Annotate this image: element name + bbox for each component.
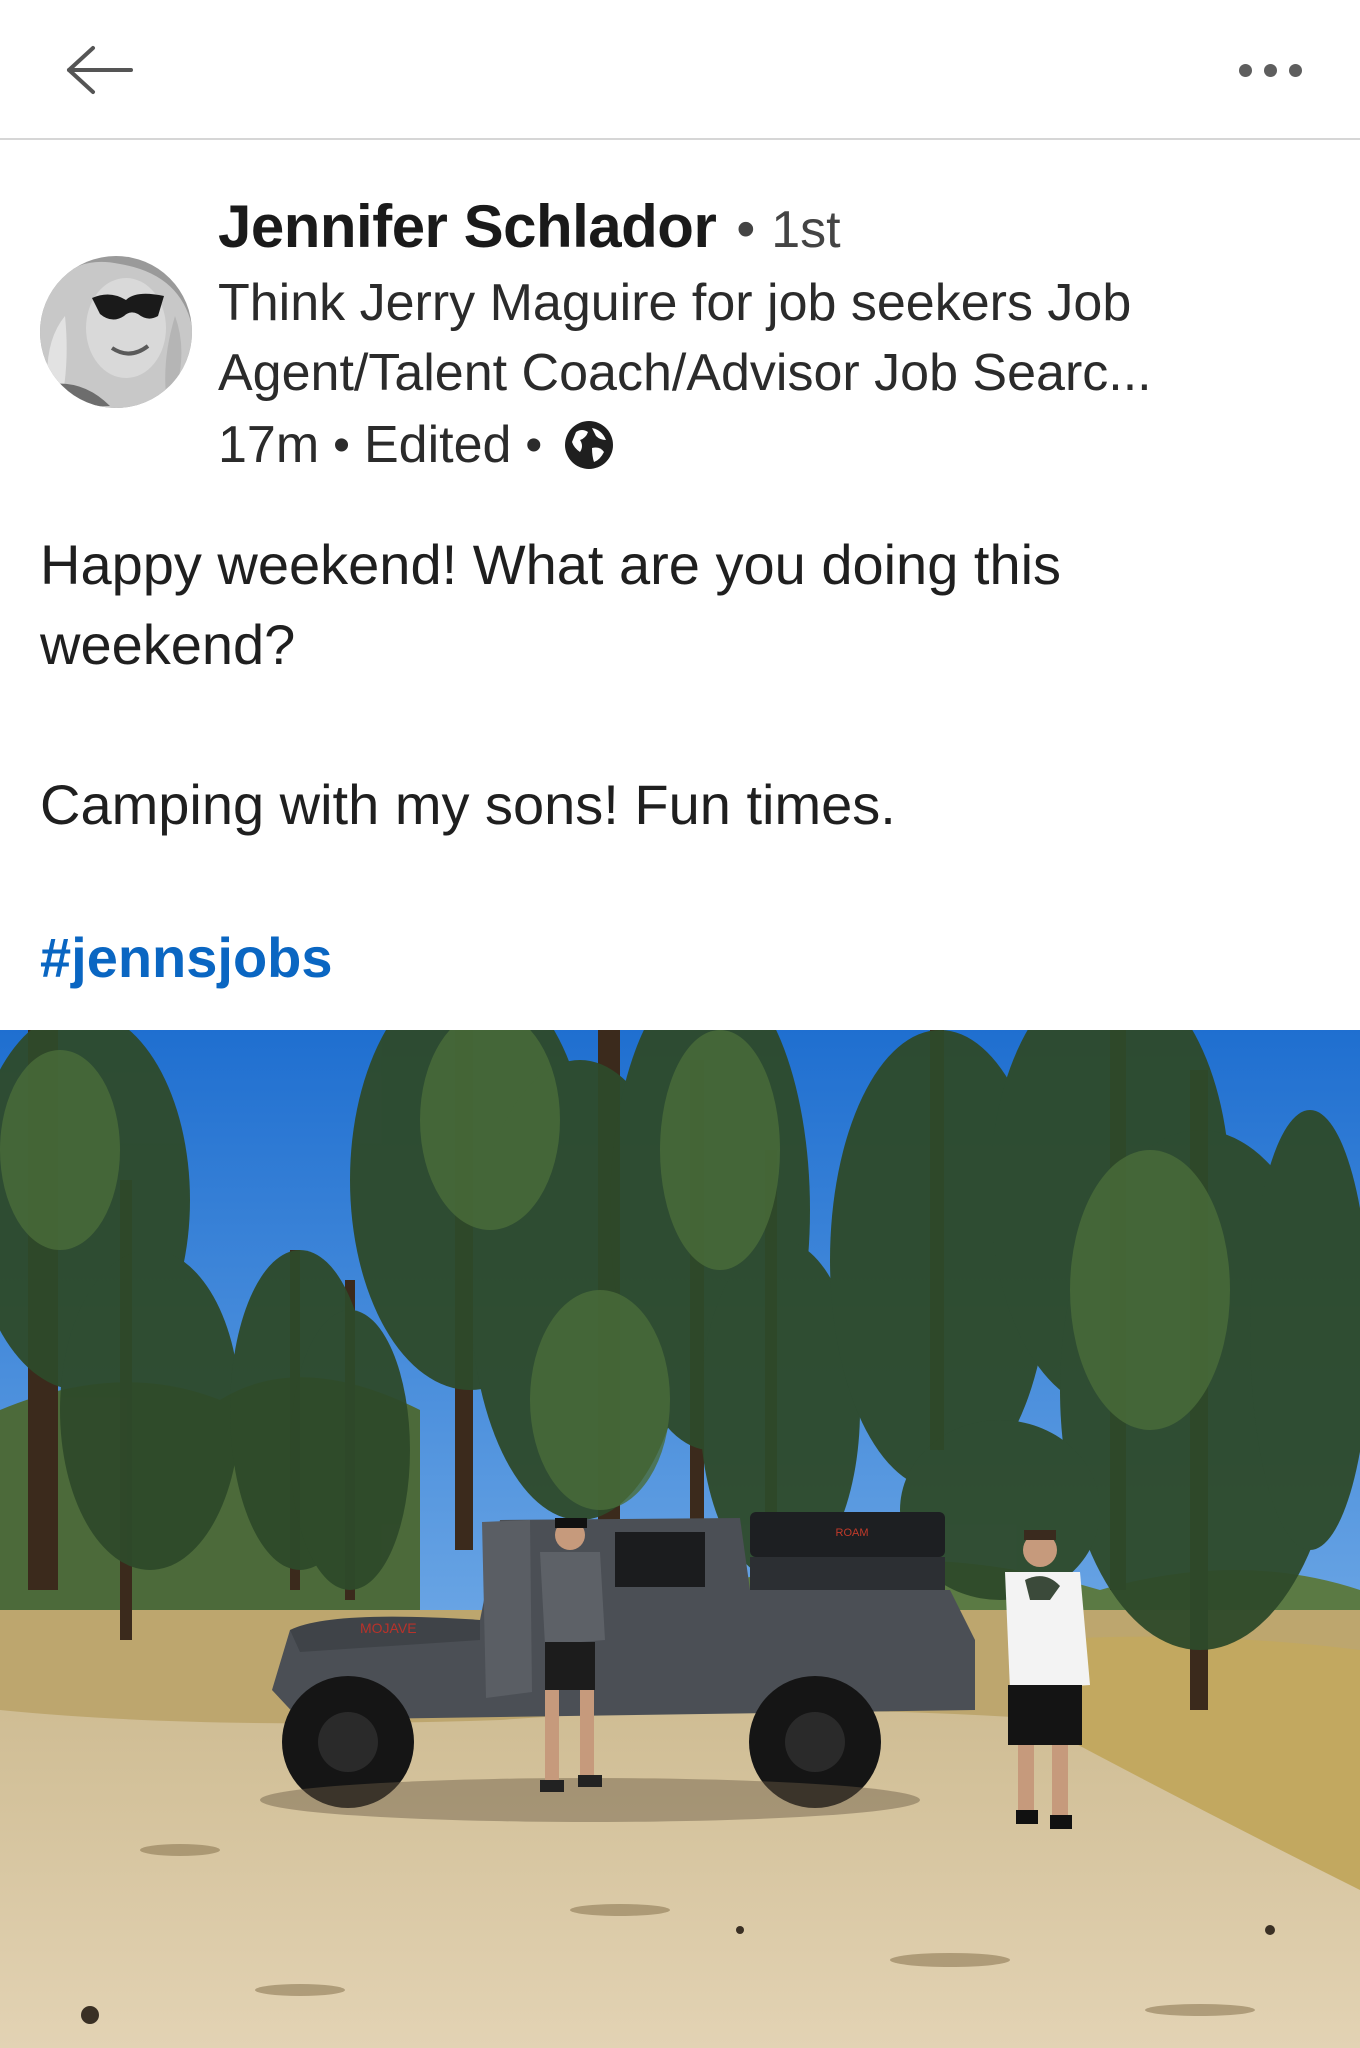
arrow-left-icon	[67, 46, 133, 94]
globe-icon	[562, 418, 616, 472]
camping-photo: ROAM MOJAVE	[0, 1030, 1360, 2048]
meta-separator: •	[525, 418, 543, 472]
post-time: 17m	[218, 416, 320, 474]
connection-degree: 1st	[771, 201, 841, 259]
name-separator: •	[736, 199, 756, 259]
more-horizontal-icon	[1238, 63, 1252, 77]
author-name-row: Jennifer Schlador • 1st	[218, 192, 841, 261]
author-headline: Think Jerry Maguire for job seekers Job …	[218, 274, 1152, 402]
hashtag-link[interactable]: #jennsjobs	[40, 925, 333, 990]
avatar[interactable]	[40, 256, 192, 408]
more-dot	[1288, 63, 1302, 77]
post-image[interactable]: ROAM MOJAVE	[0, 1030, 1360, 2048]
hood-logo: MOJAVE	[360, 1620, 417, 1636]
meta-separator: •	[333, 418, 350, 472]
post-meta: 17m • Edited •	[218, 415, 616, 475]
back-button[interactable]	[60, 30, 140, 110]
post-text-line: Camping with my sons! Fun times.	[40, 773, 896, 836]
tent-logo: ROAM	[836, 1527, 869, 1539]
author-name[interactable]: Jennifer Schlador	[218, 192, 717, 261]
more-options-button[interactable]	[1220, 30, 1320, 110]
post-text-line: Happy weekend! What are you doing this w…	[40, 533, 1062, 676]
post-body: Happy weekend! What are you doing this w…	[40, 525, 1320, 845]
profile-photo	[40, 256, 192, 408]
edited-label: Edited	[363, 416, 512, 474]
post-header: Jennifer Schlador • 1st Think Jerry Magu…	[0, 140, 1360, 500]
more-dot	[1263, 63, 1277, 77]
top-navigation-bar	[0, 0, 1360, 140]
